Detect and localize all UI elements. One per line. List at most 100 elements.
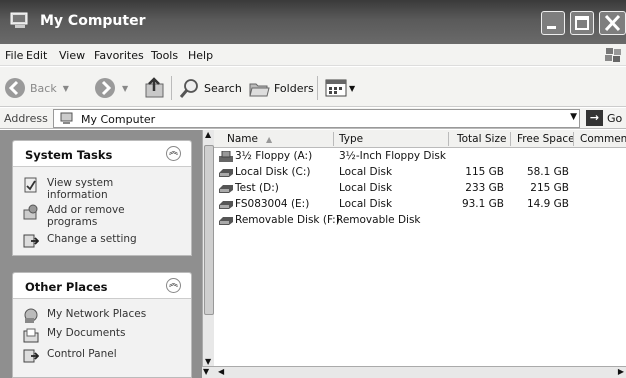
- task-view-system-info[interactable]: View system information: [23, 177, 157, 201]
- list-header: Name▲ Type Total Size Free Space Comment…: [214, 130, 626, 148]
- drive-name: Removable Disk (F:): [235, 214, 340, 226]
- drive-free-space: 215 GB: [530, 182, 569, 194]
- drive-total-size: 233 GB: [465, 182, 504, 194]
- collapse-chevron-icon[interactable]: ︽: [166, 278, 181, 293]
- drive-type: 3½-Inch Floppy Disk: [339, 150, 446, 162]
- back-label: Back: [30, 81, 57, 95]
- column-comments[interactable]: Comments: [580, 133, 626, 145]
- list-item[interactable]: Test (D:) Local Disk 233 GB 215 GB: [214, 182, 626, 195]
- drive-free-space: 14.9 GB: [526, 198, 569, 210]
- address-label: Address: [4, 112, 48, 125]
- scroll-up-icon[interactable]: ▲: [205, 130, 211, 139]
- forward-button[interactable]: ▼: [94, 76, 128, 100]
- folders-icon: [249, 83, 270, 97]
- my-computer-small-icon: [60, 112, 73, 124]
- task-pane-scrollbar[interactable]: ▲ ▼: [202, 130, 214, 366]
- back-button[interactable]: Back ▼: [4, 76, 69, 100]
- window-title: My Computer: [40, 13, 146, 29]
- other-places-title: Other Places: [25, 280, 108, 294]
- minimize-button[interactable]: [541, 11, 565, 35]
- menu-tools[interactable]: Tools: [151, 49, 178, 62]
- task-change-setting[interactable]: Change a setting: [23, 233, 157, 249]
- menu-file[interactable]: File: [5, 49, 23, 62]
- title-bar: My Computer: [0, 0, 626, 44]
- menu-edit[interactable]: Edit: [26, 49, 47, 62]
- scrollbar-thumb[interactable]: [204, 145, 214, 315]
- menu-view[interactable]: View: [59, 49, 85, 62]
- column-total-size[interactable]: Total Size: [457, 133, 506, 145]
- go-arrow-icon: →: [586, 110, 603, 126]
- column-name[interactable]: Name ▲: [227, 133, 272, 145]
- menu-favorites[interactable]: Favorites: [94, 49, 144, 62]
- back-arrow-icon: [5, 78, 25, 98]
- place-control-panel[interactable]: Control Panel: [23, 348, 157, 364]
- maximize-icon: [575, 16, 589, 30]
- scroll-left-icon[interactable]: ◀: [218, 367, 224, 376]
- drive-type: Local Disk: [339, 198, 393, 210]
- folders-label: Folders: [274, 81, 314, 95]
- control-panel-icon: [23, 234, 39, 248]
- toolbar: Back ▼ ▼ Search Folders ▼: [0, 67, 626, 107]
- drive-list: Name▲ Type Total Size Free Space Comment…: [214, 130, 626, 366]
- hard-drive-icon: [219, 169, 233, 177]
- scroll-down-icon[interactable]: ▼: [203, 367, 209, 376]
- address-dropdown-icon[interactable]: ▼: [570, 112, 577, 122]
- place-label: My Network Places: [47, 308, 147, 320]
- list-item[interactable]: Removable Disk (F:) Removable Disk: [214, 214, 626, 227]
- horizontal-scrollbar[interactable]: ▼ ◀ ▶: [202, 366, 626, 378]
- other-places-header[interactable]: Other Places ︽: [13, 273, 191, 299]
- drive-total-size: 115 GB: [465, 166, 504, 178]
- close-button[interactable]: [599, 11, 626, 35]
- search-icon: [179, 79, 198, 98]
- hard-drive-icon: [219, 185, 233, 193]
- maximize-button[interactable]: [570, 11, 594, 35]
- place-my-network-places[interactable]: My Network Places: [23, 308, 157, 324]
- drive-total-size: 93.1 GB: [461, 198, 504, 210]
- removable-drive-icon: [219, 217, 233, 225]
- menu-bar: File Edit View Favorites Tools Help: [0, 44, 626, 66]
- drive-type: Removable Disk: [336, 214, 421, 226]
- task-label: View system information: [47, 177, 114, 201]
- go-button[interactable]: → Go: [586, 110, 622, 126]
- up-folder-icon: [145, 77, 164, 98]
- views-icon: [325, 79, 347, 97]
- drive-name: Local Disk (C:): [235, 166, 311, 178]
- address-input[interactable]: My Computer ▼: [53, 109, 580, 128]
- address-bar: Address My Computer ▼ → Go: [0, 108, 626, 129]
- scroll-down-icon[interactable]: ▼: [205, 357, 211, 366]
- system-tasks-panel: System Tasks ︽ View system information A…: [12, 140, 192, 256]
- list-item[interactable]: FS083004 (E:) Local Disk 93.1 GB 14.9 GB: [214, 198, 626, 211]
- views-dropdown-icon[interactable]: ▼: [349, 84, 355, 93]
- hard-drive-icon: [219, 201, 233, 209]
- back-dropdown-icon[interactable]: ▼: [63, 84, 69, 93]
- drive-type: Local Disk: [339, 166, 393, 178]
- column-type[interactable]: Type: [339, 133, 363, 145]
- collapse-chevron-icon[interactable]: ︽: [166, 146, 181, 161]
- search-label: Search: [204, 81, 242, 95]
- drive-name: Test (D:): [235, 182, 279, 194]
- add-remove-programs-icon: [23, 204, 38, 220]
- up-folder-button[interactable]: [143, 76, 167, 100]
- address-value: My Computer: [81, 113, 156, 126]
- control-panel-icon: [23, 349, 39, 363]
- search-button[interactable]: Search: [178, 76, 242, 100]
- list-item[interactable]: Local Disk (C:) Local Disk 115 GB 58.1 G…: [214, 166, 626, 179]
- drive-name: FS083004 (E:): [235, 198, 310, 210]
- task-label: Change a setting: [47, 233, 137, 245]
- system-tasks-header[interactable]: System Tasks ︽: [13, 141, 191, 167]
- network-places-icon: [24, 308, 38, 323]
- list-item[interactable]: 3½ Floppy (A:) 3½-Inch Floppy Disk: [214, 150, 626, 163]
- drive-name: 3½ Floppy (A:): [235, 150, 313, 162]
- menu-help[interactable]: Help: [188, 49, 213, 62]
- task-add-remove-programs[interactable]: Add or remove programs: [23, 204, 157, 228]
- views-button[interactable]: ▼: [325, 76, 355, 100]
- place-label: My Documents: [47, 327, 126, 339]
- forward-dropdown-icon[interactable]: ▼: [122, 84, 128, 93]
- column-free-space[interactable]: Free Space: [517, 133, 575, 145]
- system-info-icon: [24, 177, 37, 193]
- folders-button[interactable]: Folders: [248, 76, 314, 100]
- drive-type: Local Disk: [339, 182, 393, 194]
- windows-flag-icon: [605, 48, 621, 62]
- scroll-right-icon[interactable]: ▶: [618, 367, 624, 376]
- place-my-documents[interactable]: My Documents: [23, 327, 157, 343]
